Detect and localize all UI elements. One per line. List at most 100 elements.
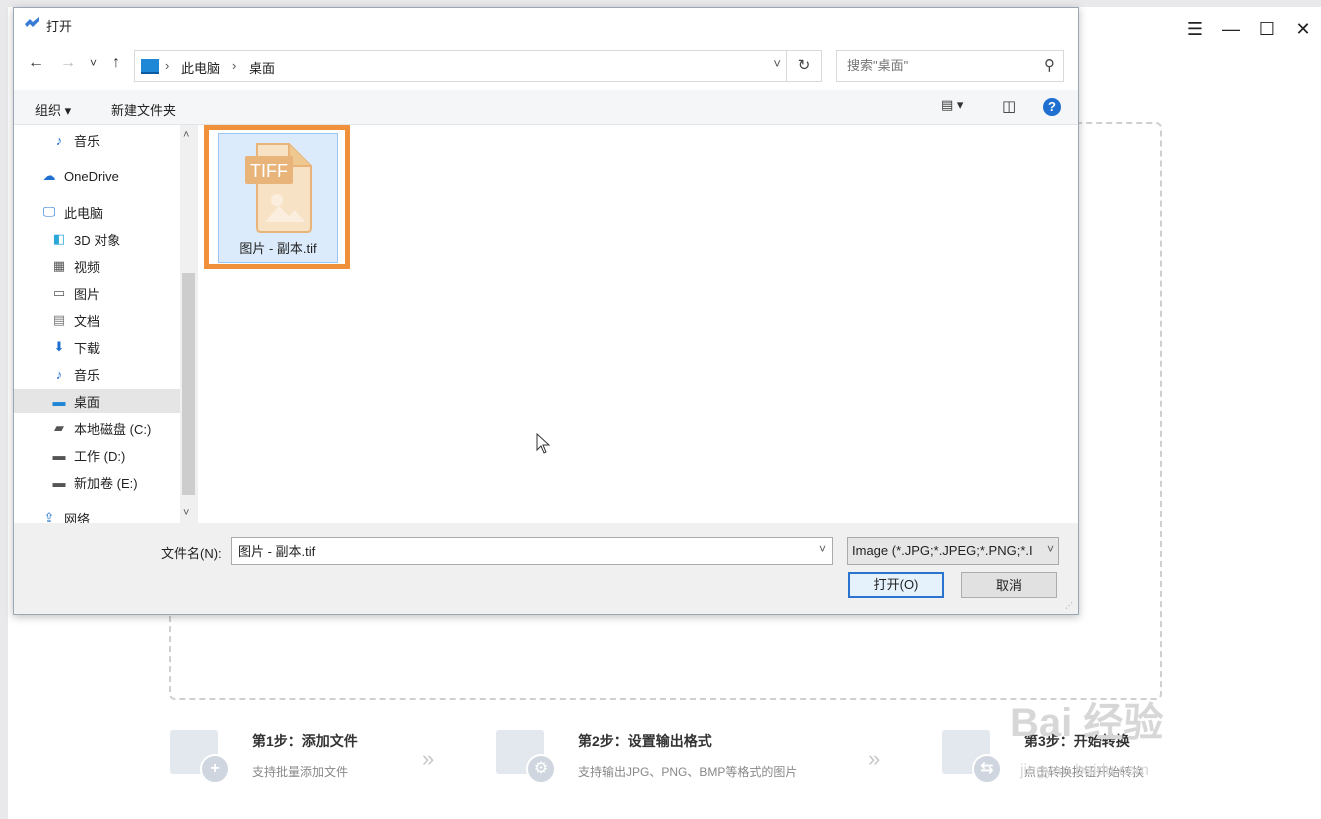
sidebar-item-label: 下载: [74, 340, 101, 356]
step-2-title: 第2步：设置输出格式: [578, 733, 712, 749]
computer-icon: 🖵: [42, 204, 56, 219]
sidebar-item-drive-e[interactable]: ▬ 新加卷 (E:): [50, 470, 138, 494]
step-1: + 第1步：添加文件 支持批量添加文件: [170, 726, 358, 784]
sidebar-item-label: 图片: [74, 286, 101, 302]
open-file-dialog: 打开 ← → ˅ ↑ › 此电脑 › 桌面 ˅ ↻ ⚲ 组织 ▾ 新建文件夹 ▤…: [13, 7, 1079, 615]
forward-arrow-icon[interactable]: →: [60, 54, 76, 72]
up-arrow-icon[interactable]: ↑: [112, 54, 120, 72]
view-options-icon[interactable]: ▤ ▾: [941, 97, 963, 113]
chevron-down-icon[interactable]: ˅: [773, 56, 781, 71]
dialog-footer: 文件名(N): ˅ Image (*.JPG;*.JPEG;*.PNG;*.I …: [14, 523, 1078, 614]
sidebar-item-label: 文档: [74, 313, 101, 329]
app-icon: [24, 16, 40, 30]
desktop-icon: ▬: [52, 393, 66, 409]
navigation-pane: ♪ 音乐 ☁ OneDrive 🖵 此电脑 ◧ 3D 对象 ▦ 视频 ▭ 图片 ▤ 文档 ⬇ 下…: [14, 125, 197, 527]
refresh-button[interactable]: ↻: [786, 50, 822, 82]
sidebar-item-label: 音乐: [74, 367, 101, 383]
sidebar-item-label: 视频: [74, 259, 101, 275]
step-3-image-icon: ⇆: [942, 726, 1002, 784]
music-note-icon: ♪: [55, 366, 63, 382]
watermark-url: jingyan.baidu.com: [1020, 762, 1149, 779]
add-icon: +: [200, 754, 230, 784]
scroll-up-icon[interactable]: ˄: [183, 129, 189, 141]
film-icon: ▦: [52, 258, 66, 273]
step-2: ⚙ 第2步：设置输出格式 支持输出JPG、PNG、BMP等格式的图片: [496, 726, 798, 784]
close-icon[interactable]: ✕: [1292, 18, 1314, 40]
sidebar-item-music[interactable]: ♪ 音乐: [50, 362, 100, 386]
new-folder-button[interactable]: 新建文件夹: [111, 100, 176, 119]
sidebar-item-drive-d[interactable]: ▬ 工作 (D:): [50, 443, 126, 467]
file-type-value: Image (*.JPG;*.JPEG;*.PNG;*.I: [852, 543, 1033, 558]
sidebar-item-label: 本地磁盘 (C:): [74, 421, 152, 437]
file-list-pane[interactable]: TIFF 图片 - 副本.tif: [198, 125, 1078, 523]
cancel-button[interactable]: 取消: [961, 572, 1057, 598]
back-arrow-icon[interactable]: ←: [28, 54, 44, 72]
open-button[interactable]: 打开(O): [848, 572, 944, 598]
dialog-title-bar[interactable]: 打开: [14, 8, 1078, 40]
breadcrumb-desktop[interactable]: 桌面: [249, 58, 275, 77]
step-1-title: 第1步：添加文件: [252, 733, 358, 749]
help-icon[interactable]: ?: [1043, 98, 1061, 116]
sidebar-scrollbar[interactable]: ˄ ˅: [180, 125, 197, 523]
filename-combobox[interactable]: ˅: [231, 537, 833, 565]
step-2-image-icon: ⚙: [496, 726, 556, 784]
download-icon: ⬇: [53, 339, 65, 354]
menu-icon[interactable]: ☰: [1184, 18, 1206, 40]
sidebar-item-label: 新加卷 (E:): [74, 475, 138, 491]
dialog-toolbar: 组织 ▾ 新建文件夹 ▤ ▾ ◫ ?: [14, 90, 1078, 125]
watermark: Bai 经验: [1010, 701, 1164, 745]
sidebar-item-label: 此电脑: [64, 205, 104, 221]
sidebar-item-label: 工作 (D:): [74, 448, 126, 464]
organize-menu[interactable]: 组织 ▾: [35, 100, 71, 119]
sidebar-item-onedrive[interactable]: ☁ OneDrive: [40, 164, 119, 188]
sidebar-item-documents[interactable]: ▤ 文档: [50, 308, 100, 332]
search-icon[interactable]: ⚲: [1044, 56, 1055, 74]
sidebar-item-label: OneDrive: [64, 168, 119, 184]
sidebar-item-downloads[interactable]: ⬇ 下载: [50, 335, 100, 359]
search-input[interactable]: [845, 57, 1029, 74]
preview-pane-icon[interactable]: ◫: [1002, 97, 1016, 115]
address-bar[interactable]: › 此电脑 › 桌面 ˅: [134, 50, 788, 82]
cloud-icon: ☁: [42, 168, 56, 183]
resize-grip-icon[interactable]: ⋰: [1065, 601, 1075, 611]
recent-locations-icon[interactable]: ˅: [90, 56, 97, 70]
step-2-subtitle: 支持输出JPG、PNG、BMP等格式的图片: [578, 765, 798, 779]
document-icon: ▤: [52, 312, 66, 327]
sidebar-item-3d-objects[interactable]: ◧ 3D 对象: [50, 227, 120, 251]
music-note-icon: ♪: [55, 132, 63, 148]
breadcrumb-this-pc[interactable]: 此电脑: [181, 58, 220, 77]
sidebar-item-label: 音乐: [74, 133, 101, 149]
search-box[interactable]: ⚲: [836, 50, 1064, 82]
minimize-icon[interactable]: —: [1220, 18, 1242, 40]
filename-input[interactable]: [236, 542, 800, 559]
step-1-image-icon: +: [170, 726, 230, 784]
sidebar-item-pictures[interactable]: ▭ 图片: [50, 281, 100, 305]
sidebar-item-music-quick[interactable]: ♪ 音乐: [50, 128, 100, 152]
gear-icon: ⚙: [526, 754, 556, 784]
maximize-icon[interactable]: ☐: [1256, 18, 1278, 40]
breadcrumb-separator: ›: [232, 58, 237, 73]
dialog-title: 打开: [46, 19, 73, 34]
drive-icon: ▬: [52, 447, 66, 463]
drive-icon: ▬: [52, 474, 66, 490]
cube-icon: ◧: [52, 231, 66, 246]
chevron-down-icon[interactable]: ˅: [1047, 542, 1054, 556]
sidebar-item-label: 3D 对象: [74, 232, 121, 248]
scrollbar-thumb[interactable]: [182, 273, 195, 495]
file-type-select[interactable]: Image (*.JPG;*.JPEG;*.PNG;*.I ˅: [847, 537, 1059, 565]
chevron-down-icon[interactable]: ˅: [819, 542, 826, 556]
sidebar-item-this-pc[interactable]: 🖵 此电脑: [40, 200, 103, 224]
app-window-controls: ☰ — ☐ ✕: [1184, 18, 1314, 40]
scroll-down-icon[interactable]: ˅: [183, 507, 189, 519]
picture-icon: ▭: [52, 285, 66, 300]
navigation-row: ← → ˅ ↑ › 此电脑 › 桌面 ˅ ↻ ⚲: [14, 40, 1078, 90]
filename-label: 文件名(N):: [161, 546, 222, 561]
convert-icon: ⇆: [972, 754, 1002, 784]
sidebar-item-drive-c[interactable]: ▰ 本地磁盘 (C:): [50, 416, 151, 440]
breadcrumb-separator: ›: [165, 58, 170, 73]
sidebar-item-videos[interactable]: ▦ 视频: [50, 254, 100, 278]
step-1-subtitle: 支持批量添加文件: [252, 765, 349, 779]
highlight-frame: [204, 125, 350, 269]
sidebar-item-desktop[interactable]: ▬ 桌面: [14, 389, 180, 413]
drive-icon: ▰: [54, 420, 64, 435]
